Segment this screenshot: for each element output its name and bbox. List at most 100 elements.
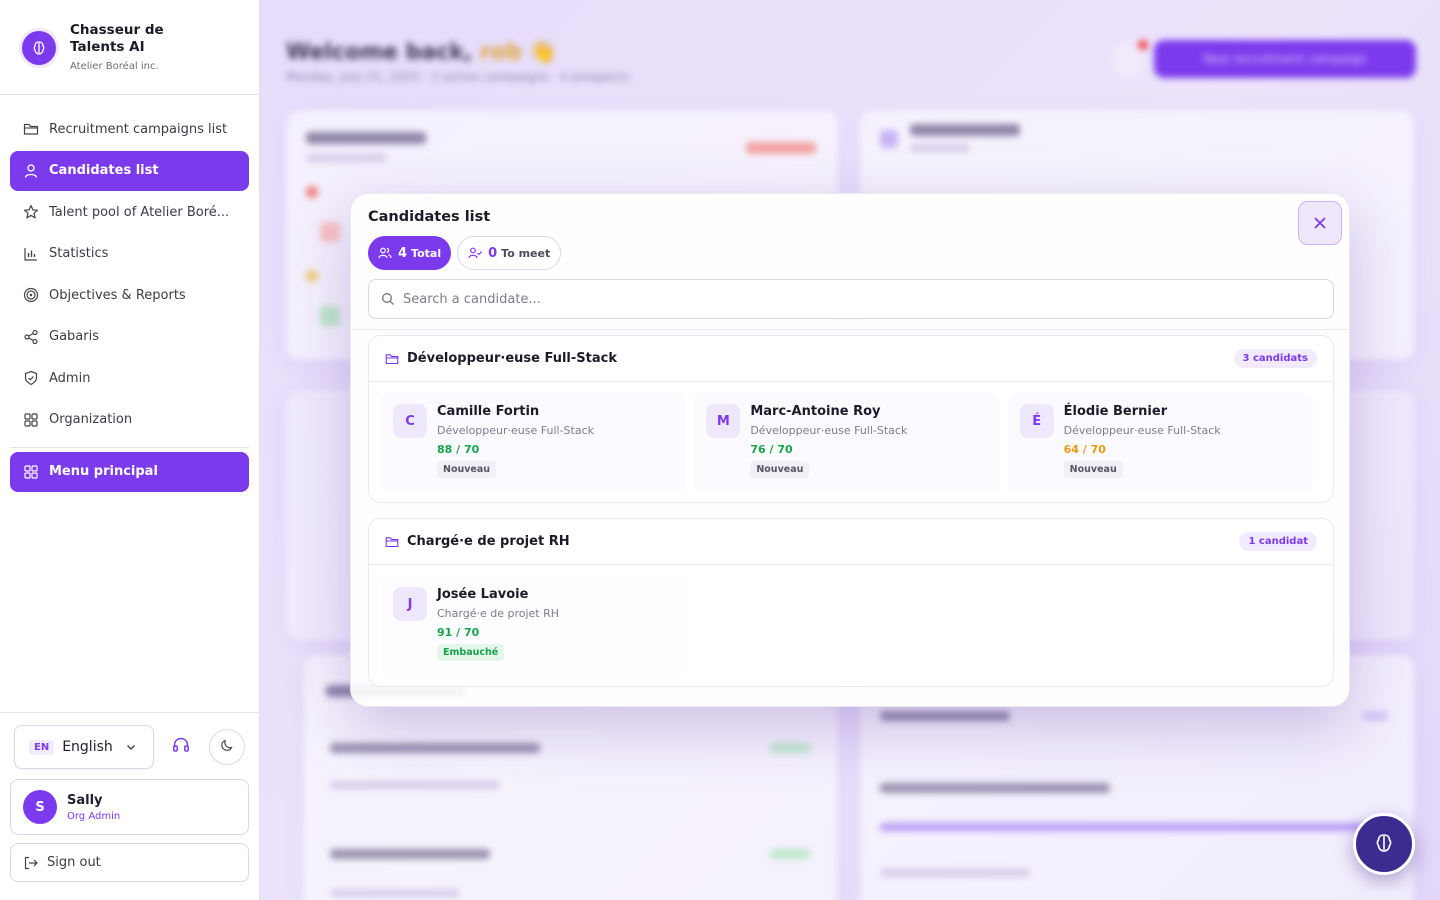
- sidebar-item-statistics[interactable]: Statistics: [10, 234, 249, 274]
- bar-chart-icon: [22, 245, 40, 263]
- candidate-score: 88 / 70: [437, 443, 480, 456]
- sidebar-item-label: Candidates list: [49, 163, 159, 178]
- bg-new-campaign-button: New recruitment campaign: [1154, 40, 1416, 78]
- total-count: 4: [398, 245, 408, 261]
- brand-org: Atelier Boréal inc.: [70, 61, 159, 72]
- sidebar-footer: EN English S Sally Org Admin Sign out: [0, 712, 259, 900]
- sidebar-item-campaigns[interactable]: Recruitment campaigns list: [10, 109, 249, 149]
- share-icon: [22, 328, 40, 346]
- language-name: English: [62, 739, 113, 755]
- sidebar: Chasseur de Talents AI Atelier Boréal in…: [0, 0, 260, 900]
- candidate-role: Développeur·euse Full-Stack: [437, 424, 594, 437]
- language-selector[interactable]: EN English: [14, 725, 154, 769]
- status-badge: Nouveau: [750, 461, 810, 478]
- candidate-search: [368, 279, 1334, 319]
- candidate-role: Développeur·euse Full-Stack: [750, 424, 908, 437]
- to-meet-label: To meet: [501, 246, 551, 260]
- brand-name: Chasseur de Talents AI: [70, 22, 164, 55]
- shield-icon: [22, 369, 40, 387]
- candidate-card[interactable]: M Marc-Antoine Roy Développeur·euse Full…: [694, 392, 1000, 492]
- sidebar-item-label: Organization: [49, 412, 133, 427]
- candidates-modal: Candidates list 4 Total 0 To meet Dévelo…: [350, 193, 1350, 707]
- candidate-card[interactable]: É Élodie Bernier Développeur·euse Full-S…: [1007, 392, 1313, 492]
- sidebar-item-admin[interactable]: Admin: [10, 358, 249, 398]
- total-filter-pill[interactable]: 4 Total: [368, 236, 452, 270]
- star-icon: [22, 203, 40, 221]
- ai-assistant-button[interactable]: [1353, 813, 1415, 875]
- brain-icon: [1372, 832, 1396, 856]
- sidebar-item-label: Admin: [49, 370, 91, 386]
- candidate-avatar: C: [393, 404, 427, 438]
- grid-icon: [22, 411, 40, 429]
- candidate-score: 76 / 70: [750, 443, 793, 456]
- to-meet-filter-pill[interactable]: 0 To meet: [457, 236, 562, 270]
- candidate-name: Élodie Bernier: [1063, 404, 1168, 419]
- campaign-group: Développeur·euse Full-Stack 3 candidats …: [368, 335, 1334, 503]
- sidebar-item-label: Objectives & Reports: [49, 287, 186, 303]
- sidebar-item-organization[interactable]: Organization: [10, 400, 249, 440]
- brain-logo-icon: [22, 31, 56, 65]
- candidate-card[interactable]: C Camille Fortin Développeur·euse Full-S…: [381, 392, 687, 492]
- status-badge: Nouveau: [437, 461, 497, 478]
- user-icon: [22, 162, 40, 180]
- support-button[interactable]: [163, 729, 199, 765]
- search-icon: [381, 292, 395, 306]
- close-modal-button[interactable]: [1298, 201, 1342, 245]
- main-menu-label: Menu principal: [49, 464, 158, 479]
- campaign-group-header[interactable]: Chargé·e de projet RH 1 candidat: [369, 519, 1333, 565]
- candidate-name: Josée Lavoie: [437, 587, 529, 602]
- campaign-title: Chargé·e de projet RH: [407, 534, 570, 549]
- status-badge: Nouveau: [1063, 461, 1123, 478]
- sidebar-item-candidates[interactable]: Candidates list: [10, 150, 249, 191]
- nav-divider: [10, 446, 249, 448]
- candidate-role: Chargé·e de projet RH: [437, 607, 560, 620]
- to-meet-count: 0: [488, 245, 498, 261]
- close-icon: [1313, 216, 1327, 230]
- status-badge: Embauché: [437, 644, 505, 661]
- candidate-role: Développeur·euse Full-Stack: [1063, 424, 1221, 437]
- total-label: Total: [411, 246, 442, 260]
- search-input[interactable]: [403, 291, 1303, 307]
- sign-out-icon: [23, 855, 39, 871]
- sign-out-button[interactable]: Sign out: [10, 843, 249, 882]
- user-check-icon: [468, 246, 483, 260]
- chevron-down-icon: [125, 738, 137, 757]
- campaign-group-header[interactable]: Développeur·euse Full-Stack 3 candidats: [369, 336, 1333, 382]
- theme-toggle[interactable]: [209, 729, 245, 765]
- folder-icon: [22, 120, 40, 138]
- candidate-avatar: J: [393, 587, 427, 621]
- candidate-count-badge: 3 candidats: [1233, 349, 1317, 368]
- candidate-card[interactable]: J Josée Lavoie Chargé·e de projet RH 91 …: [381, 575, 689, 675]
- sidebar-item-label: Talent pool of Atelier Boré...: [49, 204, 230, 220]
- moon-icon: [219, 737, 235, 757]
- main-menu-button[interactable]: Menu principal: [10, 451, 249, 492]
- folder-icon: [385, 352, 399, 366]
- bg-welcome-title: Welcome back, rob 👋: [286, 40, 557, 65]
- bell-icon: [1110, 40, 1148, 78]
- campaign-group: Chargé·e de projet RH 1 candidat J Josée…: [368, 518, 1334, 687]
- sign-out-label: Sign out: [47, 855, 101, 870]
- sidebar-item-objectives[interactable]: Objectives & Reports: [10, 275, 249, 315]
- filter-pills: 4 Total 0 To meet: [368, 236, 1332, 270]
- headphones-icon: [171, 735, 191, 759]
- sidebar-item-talent-pool[interactable]: Talent pool of Atelier Boré...: [10, 192, 249, 232]
- user-role: Org Admin: [67, 810, 121, 822]
- main-nav: Recruitment campaigns list Candidates li…: [0, 95, 259, 492]
- modal-title: Candidates list: [368, 209, 491, 225]
- sidebar-item-label: Recruitment campaigns list: [49, 121, 228, 137]
- grid-icon: [22, 463, 40, 481]
- sidebar-item-gabaris[interactable]: Gabaris: [10, 317, 249, 357]
- candidate-avatar: É: [1019, 404, 1054, 438]
- user-profile-card[interactable]: S Sally Org Admin: [10, 779, 249, 835]
- target-icon: [22, 286, 40, 304]
- candidate-count-badge: 1 candidat: [1239, 532, 1317, 551]
- language-code: EN: [29, 739, 55, 755]
- folder-icon: [385, 535, 399, 549]
- avatar: S: [23, 790, 57, 824]
- sidebar-item-label: Statistics: [49, 246, 109, 261]
- modal-header: Candidates list 4 Total 0 To meet: [351, 194, 1349, 330]
- candidate-score: 91 / 70: [437, 626, 480, 639]
- candidate-avatar: M: [706, 404, 741, 438]
- campaign-title: Développeur·euse Full-Stack: [407, 351, 617, 366]
- candidate-score: 64 / 70: [1063, 443, 1106, 456]
